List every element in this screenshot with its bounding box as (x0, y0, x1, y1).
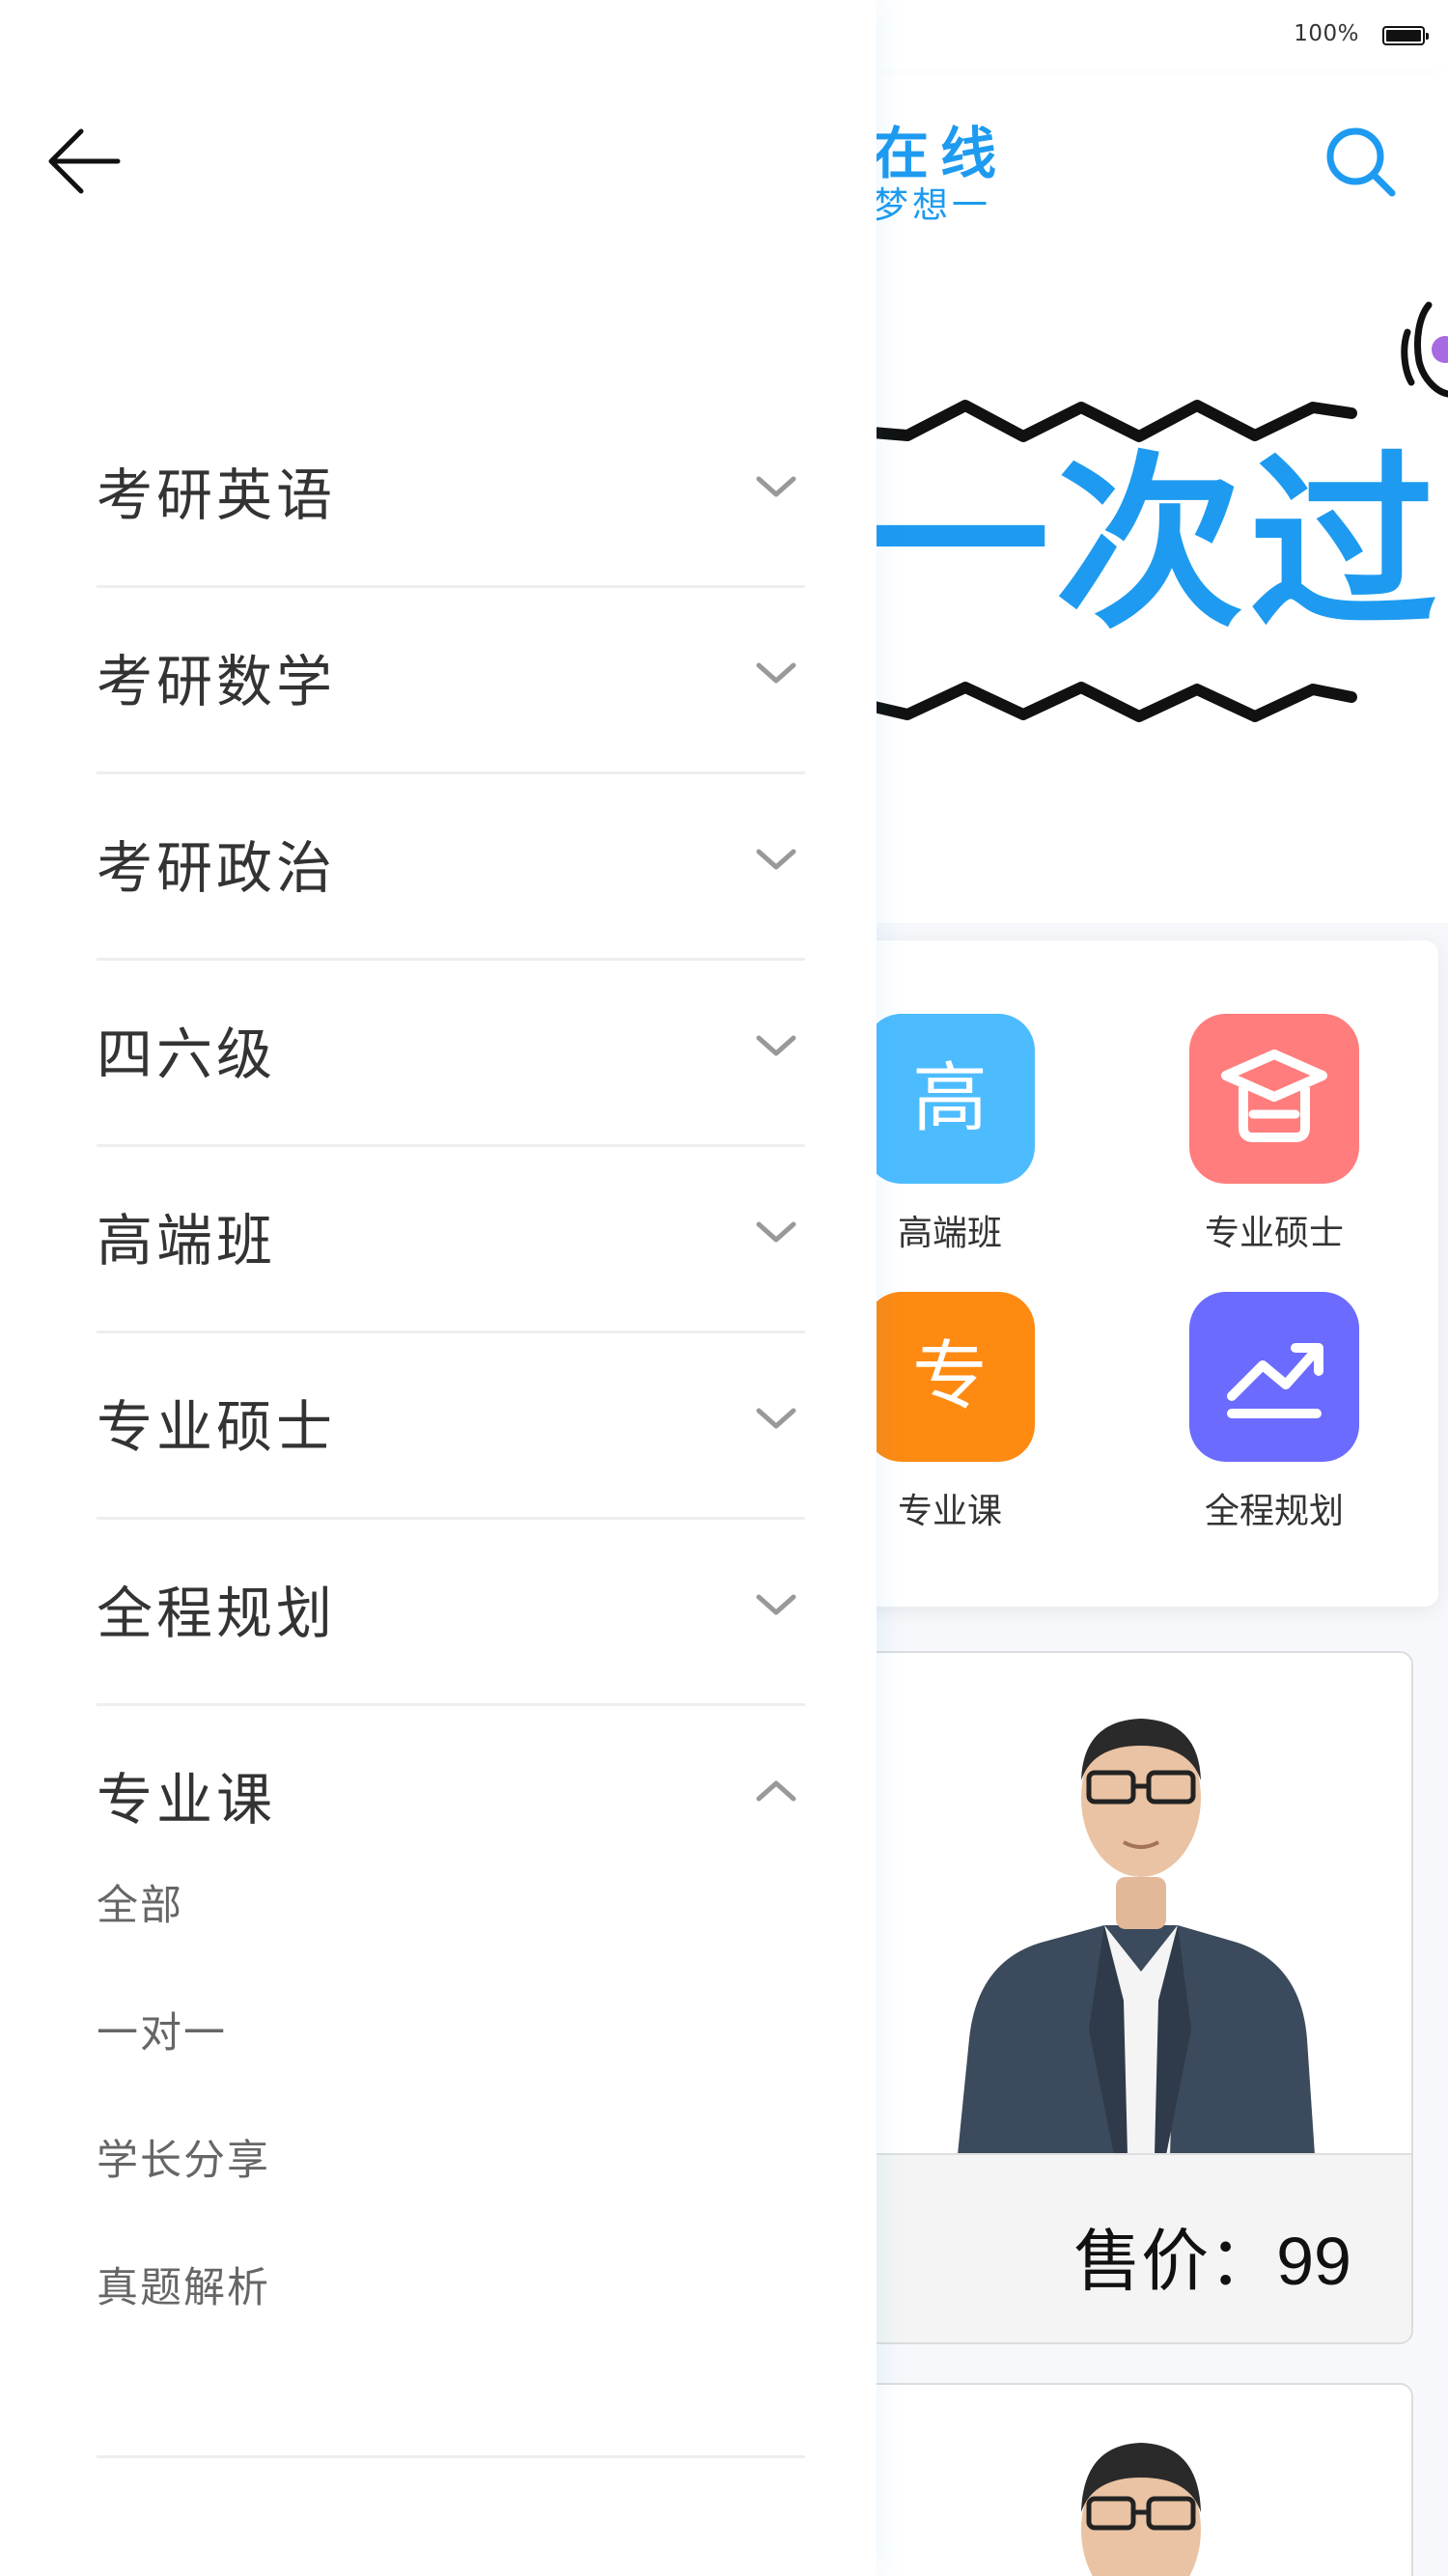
category-label: 高端班 (897, 1214, 1002, 1253)
menu-item-full-planning[interactable]: 全程规划 (97, 1520, 805, 1706)
category-tile: 专 (865, 1292, 1035, 1462)
teacher-photo (851, 1653, 1411, 2159)
submenu-item-all[interactable]: 全部 (97, 1878, 805, 2005)
chevron-down-icon (756, 1035, 796, 1056)
menu-item-label: 全程规划 (97, 1581, 337, 1646)
chevron-up-icon (756, 1780, 796, 1802)
category-label: 专业硕士 (1204, 1214, 1344, 1253)
chevron-down-icon (756, 1221, 796, 1243)
menu-item-cet[interactable]: 四六级 (97, 961, 805, 1147)
menu-item-label: 考研数学 (97, 649, 337, 714)
price-value: 99 (1276, 2224, 1351, 2299)
menu-item-major-course[interactable]: 专业课 全部 一对一 学长分享 真题解析 (97, 1706, 805, 2458)
menu-item-professional-master[interactable]: 专业硕士 (97, 1333, 805, 1520)
teacher-photo (851, 2385, 1411, 2576)
category-professional-master[interactable]: 专业硕士 (1178, 1014, 1371, 1255)
chevron-down-icon (756, 849, 796, 870)
category-major-course[interactable]: 专 专业课 (853, 1292, 1046, 1533)
menu-item-politics[interactable]: 考研政治 (97, 774, 805, 961)
menu-item-high-end[interactable]: 高端班 (97, 1147, 805, 1333)
category-high-end[interactable]: 高 高端班 (853, 1014, 1046, 1255)
chevron-down-icon (756, 662, 796, 684)
trend-chart-icon (1189, 1292, 1359, 1462)
course-card[interactable]: 售价：99 (849, 1651, 1413, 2344)
graduation-cap-icon (1189, 1014, 1359, 1184)
logo-subtitle: 梦想一 (873, 184, 991, 226)
menu-item-label: 专业硕士 (97, 1394, 337, 1460)
submenu-item-one-on-one[interactable]: 一对一 (97, 2005, 805, 2133)
chevron-down-icon (756, 476, 796, 497)
menu-item-label: 四六级 (97, 1022, 277, 1087)
navigation-drawer: 考研英语 考研数学 考研政治 四六级 高端班 专业硕士 全程规划 专业课 全部 … (0, 0, 877, 2576)
price-label: 售价： (1073, 2222, 1277, 2301)
menu-item-label: 考研英语 (97, 462, 337, 528)
menu-item-english[interactable]: 考研英语 (97, 402, 805, 588)
battery-icon (1382, 26, 1429, 45)
chevron-down-icon (756, 1408, 796, 1429)
search-icon[interactable] (1323, 124, 1400, 201)
category-tile: 高 (865, 1014, 1035, 1184)
price-bar: 售价：99 (851, 2153, 1411, 2342)
battery-percentage: 100% (1294, 21, 1359, 46)
menu-item-math[interactable]: 考研数学 (97, 588, 805, 774)
category-menu: 考研英语 考研数学 考研政治 四六级 高端班 专业硕士 全程规划 专业课 全部 … (97, 402, 805, 2458)
menu-item-label: 考研政治 (97, 835, 337, 901)
price: 售价：99 (1073, 2207, 1351, 2305)
course-card[interactable] (849, 2383, 1413, 2576)
menu-item-label: 专业课 (97, 1767, 277, 1833)
submenu-item-exam-analysis[interactable]: 真题解析 (97, 2260, 805, 2388)
chevron-down-icon (756, 1594, 796, 1615)
back-arrow-icon[interactable] (42, 118, 129, 205)
category-label: 全程规划 (1204, 1492, 1344, 1531)
category-full-planning[interactable]: 全程规划 (1178, 1292, 1371, 1533)
category-grid: 高 高端班 专业硕士 专 专业课 全程规划 (849, 940, 1438, 1607)
banner-headline: 一次过 (861, 434, 1443, 654)
category-label: 专业课 (897, 1492, 1002, 1531)
menu-item-label: 高端班 (97, 1208, 277, 1274)
submenu-item-senior-share[interactable]: 学长分享 (97, 2133, 805, 2260)
